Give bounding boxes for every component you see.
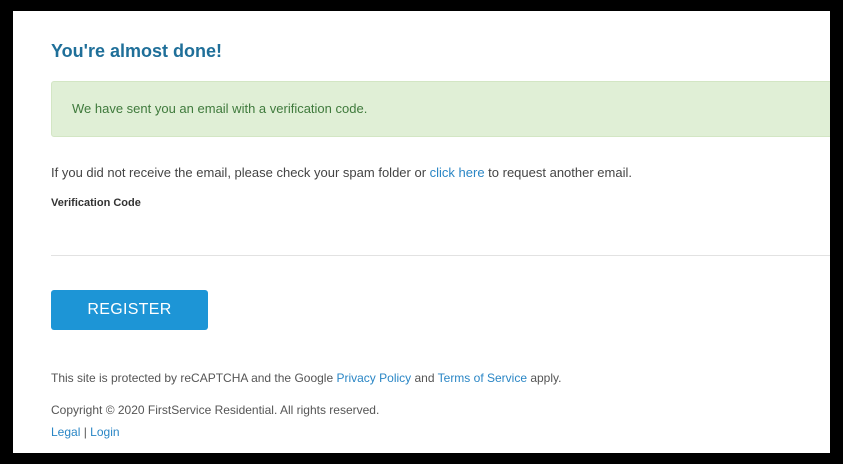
- footer-separator: |: [80, 425, 91, 439]
- resend-info-prefix: If you did not receive the email, please…: [51, 165, 430, 180]
- copyright-text: Copyright © 2020 FirstService Residentia…: [51, 403, 380, 417]
- alert-message: We have sent you an email with a verific…: [72, 101, 368, 116]
- register-button[interactable]: REGISTER: [51, 290, 208, 330]
- success-alert: We have sent you an email with a verific…: [51, 81, 830, 137]
- recaptcha-notice: This site is protected by reCAPTCHA and …: [51, 371, 561, 385]
- recaptcha-suffix: apply.: [527, 371, 562, 385]
- recaptcha-and: and: [411, 371, 438, 385]
- page-container: You're almost done! We have sent you an …: [13, 11, 830, 453]
- divider: [51, 255, 830, 256]
- legal-link[interactable]: Legal: [51, 425, 80, 439]
- login-link[interactable]: Login: [90, 425, 119, 439]
- page-title: You're almost done!: [51, 41, 222, 61]
- terms-of-service-link[interactable]: Terms of Service: [438, 371, 527, 385]
- verification-code-label: Verification Code: [51, 197, 141, 209]
- resend-info-suffix: to request another email.: [484, 165, 632, 180]
- footer-links: Legal | Login: [51, 425, 120, 439]
- recaptcha-prefix: This site is protected by reCAPTCHA and …: [51, 371, 337, 385]
- privacy-policy-link[interactable]: Privacy Policy: [336, 371, 411, 385]
- resend-email-link[interactable]: click here: [430, 165, 485, 180]
- resend-info: If you did not receive the email, please…: [51, 165, 632, 180]
